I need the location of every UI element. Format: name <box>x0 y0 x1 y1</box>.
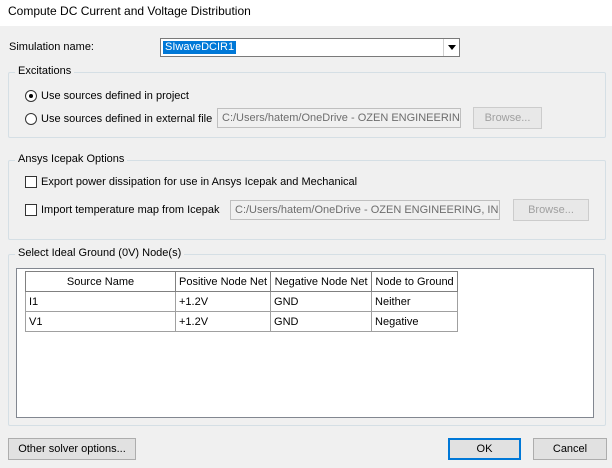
window-title: Compute DC Current and Voltage Distribut… <box>8 4 251 18</box>
temperature-map-path: C:/Users/hatem/OneDrive - OZEN ENGINEERI… <box>230 200 500 220</box>
title-bar: Compute DC Current and Voltage Distribut… <box>0 0 612 26</box>
radio-selected-dot <box>29 94 33 98</box>
table-row[interactable]: I1 +1.2V GND Neither <box>25 291 459 312</box>
simulation-name-combo[interactable]: SIwaveDCIR1 <box>160 38 460 57</box>
ground-node-table: Source Name Positive Node Net Negative N… <box>16 268 594 418</box>
column-header-positive-node-net[interactable]: Positive Node Net <box>174 271 272 292</box>
column-header-node-to-ground[interactable]: Node to Ground <box>371 271 459 292</box>
cell-node-to-ground[interactable]: Neither <box>371 291 459 312</box>
use-external-file-label[interactable]: Use sources defined in external file <box>41 113 212 125</box>
excitations-browse-button[interactable]: Browse... <box>473 107 542 129</box>
column-header-source-name[interactable]: Source Name <box>25 271 176 292</box>
table-row[interactable]: V1 +1.2V GND Negative <box>25 311 459 332</box>
radio-use-project-sources[interactable] <box>25 90 37 102</box>
import-temperature-label[interactable]: Import temperature map from Icepak <box>41 204 220 216</box>
export-power-label[interactable]: Export power dissipation for use in Ansy… <box>41 176 357 188</box>
simulation-name-value: SIwaveDCIR1 <box>163 41 237 54</box>
ideal-ground-title: Select Ideal Ground (0V) Node(s) <box>15 247 185 259</box>
icepak-browse-button[interactable]: Browse... <box>513 199 589 221</box>
cell-negative-node-net[interactable]: GND <box>270 311 373 332</box>
cancel-button[interactable]: Cancel <box>533 438 607 460</box>
table-header-row: Source Name Positive Node Net Negative N… <box>25 271 459 292</box>
cell-negative-node-net[interactable]: GND <box>270 291 373 312</box>
excitations-title: Excitations <box>15 65 75 77</box>
use-project-sources-label[interactable]: Use sources defined in project <box>41 90 189 102</box>
cell-source-name[interactable]: V1 <box>25 311 176 332</box>
external-file-path: C:/Users/hatem/OneDrive - OZEN ENGINEERI… <box>217 108 461 128</box>
cell-source-name[interactable]: I1 <box>25 291 176 312</box>
simulation-name-label: Simulation name: <box>9 41 94 53</box>
cell-positive-node-net[interactable]: +1.2V <box>174 291 272 312</box>
column-header-negative-node-net[interactable]: Negative Node Net <box>270 271 373 292</box>
ground-table: Source Name Positive Node Net Negative N… <box>25 271 459 332</box>
export-power-checkbox[interactable] <box>25 176 37 188</box>
icepak-title: Ansys Icepak Options <box>15 153 128 165</box>
dialog-body: Simulation name: SIwaveDCIR1 Excitations… <box>0 26 612 468</box>
other-solver-options-button[interactable]: Other solver options... <box>8 438 136 460</box>
chevron-down-icon[interactable] <box>443 39 459 56</box>
import-temperature-checkbox[interactable] <box>25 204 37 216</box>
ok-button[interactable]: OK <box>448 438 521 460</box>
radio-use-external-file[interactable] <box>25 113 37 125</box>
cell-node-to-ground[interactable]: Negative <box>371 311 459 332</box>
cell-positive-node-net[interactable]: +1.2V <box>174 311 272 332</box>
